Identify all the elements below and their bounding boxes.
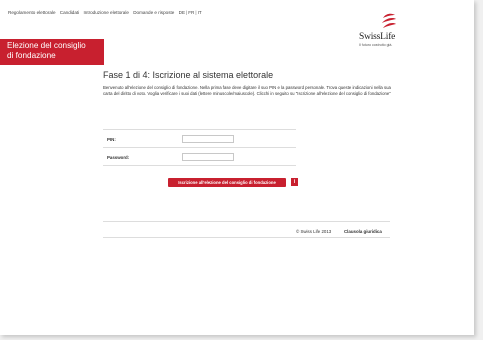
- submit-login-button[interactable]: Iscrizione all'elezione del consiglio di…: [168, 178, 286, 187]
- swisslife-logo[interactable]: SwissLife Il futuro costruito già.: [354, 12, 424, 47]
- swisslife-mark-icon: [382, 13, 396, 28]
- divider: [103, 129, 296, 130]
- nav-link-candidati[interactable]: Candidati: [60, 10, 79, 15]
- footer-divider: [103, 221, 390, 222]
- logo-tagline: Il futuro costruito già.: [359, 43, 393, 47]
- section-title-line-2: di fondazione: [7, 51, 56, 60]
- info-icon[interactable]: i: [291, 178, 298, 186]
- password-label: Password:: [107, 155, 130, 160]
- lang-fr[interactable]: FR: [188, 10, 194, 15]
- nav-link-regolamento[interactable]: Regolamento elettorale: [8, 10, 56, 15]
- footer-divider: [103, 237, 390, 238]
- section-title-box: Elezione del consiglio di fondazione: [0, 39, 104, 65]
- pin-label: PIN:: [107, 137, 116, 142]
- password-input[interactable]: [182, 153, 234, 161]
- divider: [103, 147, 296, 148]
- section-title-line-1: Elezione del consiglio: [7, 41, 86, 50]
- logo-wordmark: SwissLife: [359, 32, 396, 42]
- nav-link-introduzione[interactable]: Introduzione elettorale: [83, 10, 128, 15]
- intro-text: Benvenuto all'elezione del consiglio di …: [103, 85, 391, 96]
- page-title: Fase 1 di 4: Iscrizione al sistema elett…: [103, 70, 274, 80]
- page: Regolamento elettorale Candidati Introdu…: [0, 0, 474, 335]
- lang-de[interactable]: DE: [179, 10, 185, 15]
- pin-input[interactable]: [182, 135, 234, 143]
- nav-link-domande[interactable]: Domande e risposte: [133, 10, 174, 15]
- legal-link[interactable]: Clausola giuridica: [344, 229, 382, 234]
- lang-it[interactable]: IT: [198, 10, 202, 15]
- copyright-text: © Swiss Life 2013: [296, 229, 332, 234]
- top-navigation: Regolamento elettorale Candidati Introdu…: [8, 10, 205, 15]
- lang-separator: |: [195, 10, 197, 15]
- divider: [103, 165, 296, 166]
